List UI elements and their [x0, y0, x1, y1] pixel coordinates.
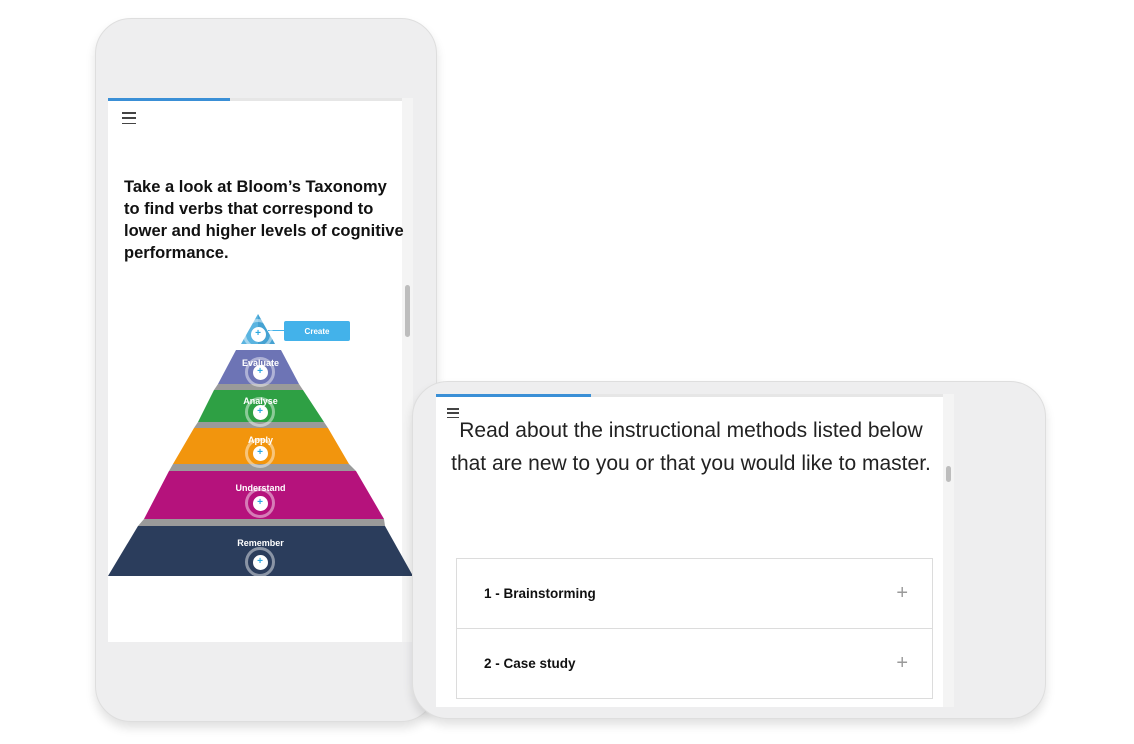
create-callout-button[interactable]: Create [284, 321, 350, 341]
plus-icon: + [250, 326, 266, 342]
plus-icon: + [252, 404, 268, 420]
portrait-screen: Take a look at Bloom’s Taxonomy to find … [108, 98, 413, 642]
accordion-item-brainstorming[interactable]: 1 - Brainstorming + [457, 559, 932, 629]
landscape-progress-bar [436, 394, 954, 397]
accordion-item-title: 2 - Case study [484, 656, 576, 671]
hotspot-create[interactable]: + [243, 319, 273, 349]
hotspot-remember[interactable]: + [245, 547, 275, 577]
page-title: Take a look at Bloom’s Taxonomy to find … [124, 178, 404, 262]
expand-plus-icon[interactable]: + [896, 582, 908, 605]
hotspot-evaluate[interactable]: + [245, 357, 275, 387]
portrait-progress-fill [108, 98, 230, 101]
hotspot-analyse[interactable]: + [245, 397, 275, 427]
landscape-scrollbar[interactable] [943, 394, 954, 707]
plus-icon: + [252, 554, 268, 570]
landscape-scrollbar-thumb[interactable] [946, 466, 951, 482]
plus-icon: + [252, 445, 268, 461]
expand-plus-icon[interactable]: + [896, 652, 908, 675]
landscape-progress-fill [436, 394, 592, 397]
accordion-item-case-study[interactable]: 2 - Case study + [457, 629, 932, 699]
plus-icon: + [252, 364, 268, 380]
page-title: Read about the instructional methods lis… [451, 419, 931, 475]
methods-accordion: 1 - Brainstorming + 2 - Case study + [456, 558, 933, 699]
landscape-screen: Read about the instructional methods lis… [436, 394, 954, 707]
plus-icon: + [252, 495, 268, 511]
hamburger-menu-icon[interactable] [122, 111, 136, 124]
portrait-progress-bar [108, 98, 413, 101]
accordion-item-title: 1 - Brainstorming [484, 586, 596, 601]
hotspot-apply[interactable]: + [245, 438, 275, 468]
hotspot-understand[interactable]: + [245, 488, 275, 518]
portrait-device-frame: Take a look at Bloom’s Taxonomy to find … [95, 18, 437, 722]
pyramid-shelf [138, 519, 385, 526]
landscape-device-frame: Read about the instructional methods lis… [412, 381, 1046, 719]
